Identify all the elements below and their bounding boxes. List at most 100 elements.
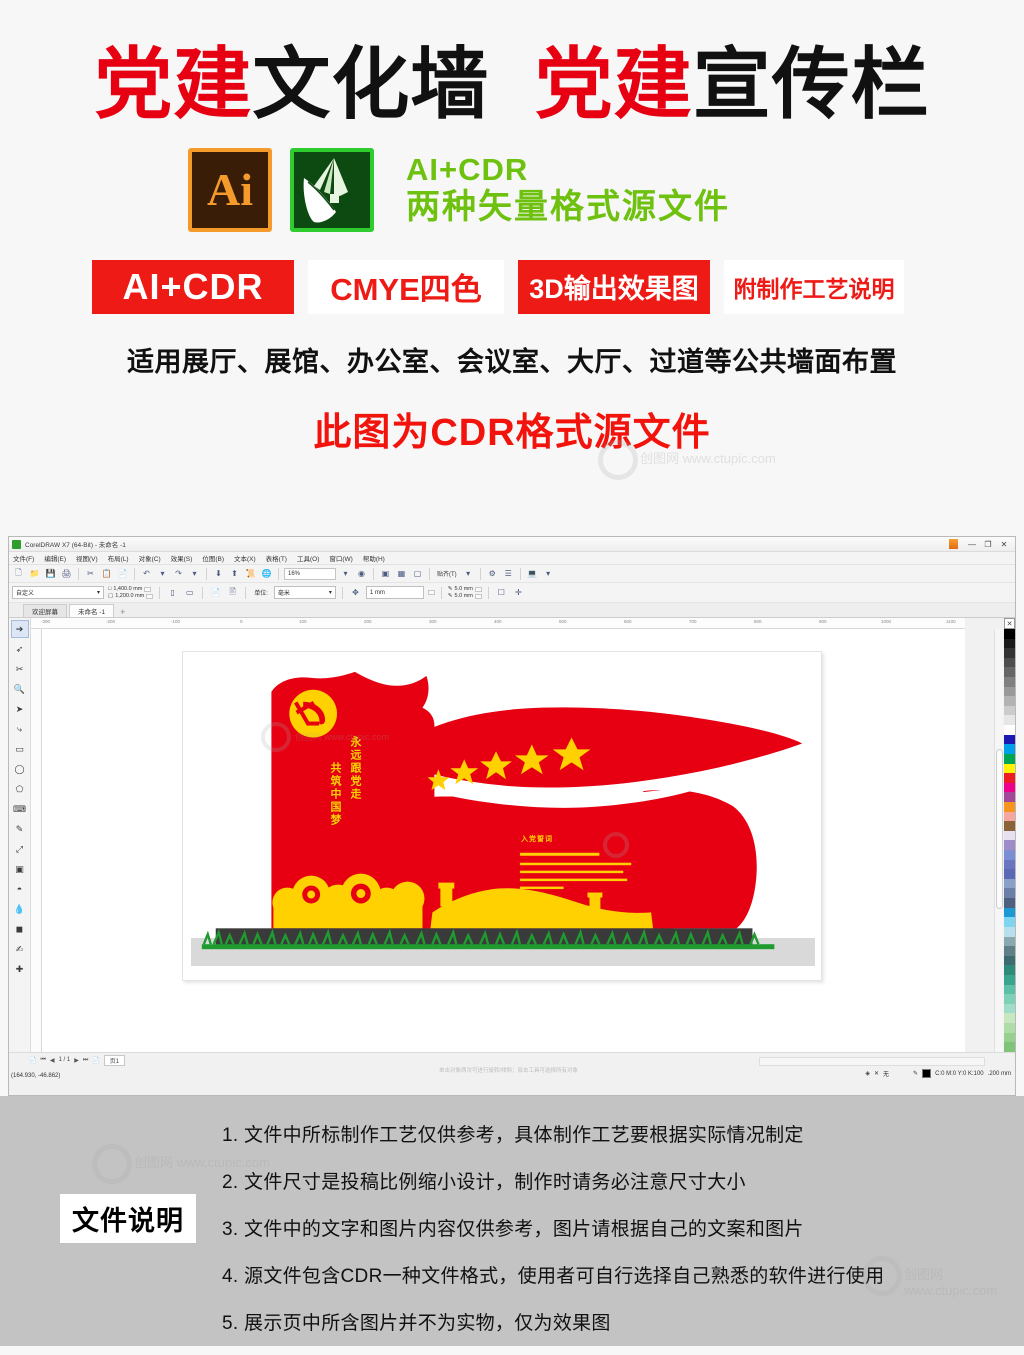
menu-bitmaps[interactable]: 位图(B) (202, 553, 224, 563)
palette-swatch[interactable] (1004, 782, 1015, 793)
portrait-orientation-icon[interactable]: ▯ (166, 586, 179, 599)
palette-swatch[interactable] (1004, 667, 1015, 678)
palette-swatch[interactable] (1004, 792, 1015, 802)
units-combo[interactable]: 毫米 ▾ (273, 586, 336, 599)
palette-swatch[interactable] (1004, 1003, 1015, 1014)
outline-color-chip[interactable] (922, 1069, 932, 1078)
show-guidelines-icon[interactable]: ▢ (411, 567, 424, 580)
palette-swatch[interactable] (1004, 898, 1015, 908)
undo-icon[interactable]: ↶ (140, 567, 153, 580)
print-icon[interactable]: 🖨 (60, 567, 73, 580)
palette-swatch[interactable] (1004, 917, 1015, 927)
palette-swatch[interactable] (1004, 696, 1015, 706)
palette-swatch[interactable] (1004, 801, 1015, 812)
canvas-vertical-scrollbar[interactable] (994, 629, 1003, 1052)
redo-icon[interactable]: ↷ (172, 567, 185, 580)
freehand-tool-icon[interactable]: ➤ (11, 700, 29, 718)
rectangle-tool-icon[interactable]: ▭ (11, 740, 29, 758)
menu-text[interactable]: 文本(X) (234, 553, 256, 563)
zoom-dropdown-icon[interactable]: ▾ (339, 567, 352, 580)
palette-swatch[interactable] (1004, 773, 1015, 783)
duplicate-y-row[interactable]: ✎ 5.0 mm (448, 593, 482, 599)
pick-tool-icon[interactable]: ➔ (10, 620, 29, 638)
show-rulers-icon[interactable]: ▣ (379, 567, 392, 580)
current-page-icon[interactable]: 🖹 (226, 586, 239, 599)
palette-swatch[interactable] (1004, 821, 1015, 831)
options-icon[interactable]: ⚙ (486, 567, 499, 580)
menu-effects[interactable]: 效果(S) (171, 553, 193, 563)
palette-swatch[interactable] (1004, 984, 1015, 995)
crop-tool-icon[interactable]: ✂ (11, 660, 29, 678)
palette-swatch[interactable] (1004, 715, 1015, 726)
menu-view[interactable]: 视图(V) (76, 553, 98, 563)
palette-swatch[interactable] (1004, 840, 1015, 851)
close-button[interactable]: ✕ (996, 540, 1012, 549)
tab-untitled-1[interactable]: 未命名 -1 (69, 604, 115, 617)
palette-swatch[interactable] (1004, 994, 1015, 1004)
palette-swatch[interactable] (1004, 1022, 1015, 1033)
minimize-button[interactable]: — (964, 540, 980, 549)
menu-help[interactable]: 帮助(H) (363, 553, 385, 563)
palette-swatch[interactable] (1004, 1013, 1015, 1023)
palette-swatch[interactable] (1004, 936, 1015, 947)
export-icon[interactable]: ⬆ (228, 567, 241, 580)
drawing-canvas[interactable]: 永远跟党走 共筑中国梦 入党誓词 创图网 www.ctupic.com (42, 629, 965, 1052)
palette-swatch[interactable] (1004, 878, 1015, 889)
new-document-icon[interactable]: 🗋 (12, 567, 25, 580)
palette-swatch[interactable] (1004, 734, 1015, 745)
outline-tool-icon[interactable]: ✚ (11, 960, 29, 978)
polygon-tool-icon[interactable]: ⬠ (11, 780, 29, 798)
object-manager-icon[interactable]: ☰ (502, 567, 515, 580)
parallel-dimension-icon[interactable]: ✎ (11, 820, 29, 838)
undo-dropdown-icon[interactable]: ▾ (156, 567, 169, 580)
add-tool-icon[interactable]: ✛ (512, 586, 525, 599)
prev-page-icon[interactable]: ◀ (50, 1057, 55, 1064)
palette-swatch[interactable] (1004, 677, 1015, 687)
no-color-swatch[interactable]: ✕ (1004, 618, 1015, 629)
snap-dropdown-icon[interactable]: ▾ (462, 567, 475, 580)
add-tab-icon[interactable]: + (116, 607, 129, 617)
scrollbar-thumb[interactable] (996, 749, 1003, 909)
palette-swatch[interactable] (1004, 763, 1015, 774)
all-pages-icon[interactable]: 📄 (209, 586, 222, 599)
palette-swatch[interactable] (1004, 955, 1015, 966)
palette-swatch[interactable] (1004, 869, 1015, 879)
open-icon[interactable]: 📁 (28, 567, 41, 580)
add-page-end-icon[interactable]: 📄 (92, 1057, 99, 1064)
page-preset-combo[interactable]: 自定义 ▾ (12, 586, 104, 599)
page-width-row[interactable]: □ 1,400.0 mm (108, 586, 153, 592)
menu-layout[interactable]: 布局(L) (108, 553, 129, 563)
height-spinner[interactable] (146, 593, 154, 599)
ellipse-tool-icon[interactable]: ◯ (11, 760, 29, 778)
interactive-fill-icon[interactable]: ◼ (11, 920, 29, 938)
palette-swatch[interactable] (1004, 629, 1015, 639)
text-tool-icon[interactable]: ⌨ (11, 800, 29, 818)
shape-tool-icon[interactable]: ➶ (11, 640, 29, 658)
app-launcher-icon[interactable]: 💻 (526, 567, 539, 580)
smart-fill-icon[interactable]: ⤷ (11, 720, 29, 738)
palette-swatch[interactable] (1004, 850, 1015, 860)
palette-swatch[interactable] (1004, 753, 1015, 764)
treat-as-filled-icon[interactable]: ☐ (495, 586, 508, 599)
cut-icon[interactable]: ✂ (84, 567, 97, 580)
horizontal-ruler[interactable]: -300 -200 -100 0 100 200 300 400 500 600… (31, 618, 965, 629)
outline-pen-icon[interactable]: ✎ (913, 1070, 918, 1077)
menu-tools[interactable]: 工具(O) (297, 553, 319, 563)
palette-swatch[interactable] (1004, 686, 1015, 697)
app-launcher-dropdown-icon[interactable]: ▾ (542, 567, 555, 580)
next-page-icon[interactable]: ▶ (74, 1057, 79, 1064)
palette-swatch[interactable] (1004, 1032, 1015, 1043)
publish-pdf-icon[interactable]: 📜 (244, 567, 257, 580)
menu-edit[interactable]: 编辑(E) (44, 553, 66, 563)
palette-swatch[interactable] (1004, 830, 1015, 841)
menu-window[interactable]: 窗口(W) (329, 553, 352, 563)
tab-welcome-screen[interactable]: 欢迎屏幕 (23, 604, 67, 617)
redo-dropdown-icon[interactable]: ▾ (188, 567, 201, 580)
fill-none-icon[interactable]: ✕ (874, 1070, 879, 1077)
width-spinner[interactable] (144, 586, 152, 592)
nudge-offset-field[interactable]: 1 mm (365, 586, 424, 599)
palette-swatch[interactable] (1004, 946, 1015, 956)
fullscreen-preview-icon[interactable]: ◉ (355, 567, 368, 580)
palette-swatch[interactable] (1004, 744, 1015, 754)
paste-icon[interactable]: 📄 (116, 567, 129, 580)
